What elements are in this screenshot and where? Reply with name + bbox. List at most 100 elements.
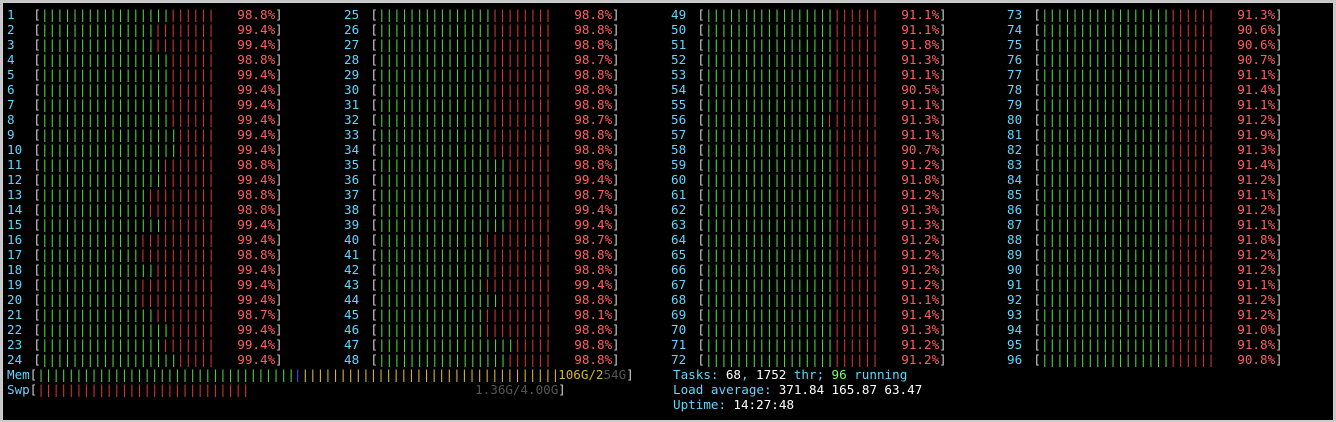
cpu-bar-kernel-segment: |||||||| bbox=[491, 22, 552, 37]
mem-label: Mem bbox=[7, 367, 30, 382]
cpu-bar-user-segment: ||||||||||||||||| bbox=[1040, 142, 1170, 157]
cpu-bar-close-bracket: ] bbox=[612, 82, 620, 97]
uptime-value: 14:27:48 bbox=[733, 397, 795, 412]
cpu-percent: 91.8% bbox=[901, 172, 940, 187]
cpu-percent: 90.6% bbox=[1237, 22, 1276, 37]
cpu-bar-open-bracket: [ bbox=[1033, 157, 1042, 172]
cpu-bar-kernel-segment: |||||| bbox=[833, 292, 879, 307]
cpu-bar-open-bracket: [ bbox=[370, 7, 379, 22]
cpu-bar-close-bracket: ] bbox=[1275, 262, 1283, 277]
cpu-bar-user-segment: ||||||||||||||| bbox=[40, 307, 155, 322]
cpu-percent: 91.2% bbox=[901, 352, 940, 367]
cpu-bar-user-segment: ||||||||||||| bbox=[40, 247, 140, 262]
cpu-percent: 91.2% bbox=[901, 232, 940, 247]
cpu-id-label: 63 bbox=[671, 217, 687, 232]
cpu-bar-user-segment: ||||||||||||||||| bbox=[1040, 247, 1170, 262]
cpu-bar-kernel-segment: ||||||| bbox=[498, 292, 552, 307]
cpu-percent: 98.8% bbox=[574, 142, 613, 157]
cpu-bar-kernel-segment: |||||| bbox=[1169, 307, 1215, 322]
cpu-percent: 91.1% bbox=[901, 127, 940, 142]
cpu-percent: 91.2% bbox=[901, 247, 940, 262]
cpu-id-label: 21 bbox=[7, 307, 23, 322]
cpu-bar-user-segment: |||||||||||||| bbox=[40, 202, 148, 217]
cpu-percent: 98.8% bbox=[237, 52, 276, 67]
cpu-bar-user-segment: ||||||||||||||||| bbox=[1040, 157, 1170, 172]
cpu-id-label: 2 bbox=[7, 22, 15, 37]
cpu-bar-user-segment: |||||||||||||||||| bbox=[40, 142, 178, 157]
cpu-bar-kernel-segment: |||||| bbox=[1169, 352, 1215, 367]
cpu-bar-close-bracket: ] bbox=[939, 217, 947, 232]
cpu-bar-user-segment: |||||||||||||||| bbox=[377, 292, 500, 307]
cpu-bar-open-bracket: [ bbox=[1033, 247, 1042, 262]
cpu-bar-kernel-segment: ||||||||| bbox=[483, 322, 552, 337]
cpu-id-label: 60 bbox=[671, 172, 687, 187]
cpu-bar-open-bracket: [ bbox=[370, 277, 379, 292]
cpu-bar-close-bracket: ] bbox=[275, 217, 283, 232]
cpu-percent: 98.8% bbox=[574, 352, 613, 367]
cpu-id-label: 52 bbox=[671, 52, 687, 67]
cpu-bar-open-bracket: [ bbox=[697, 202, 706, 217]
cpu-bar-open-bracket: [ bbox=[1033, 7, 1042, 22]
threads-label: thr; bbox=[786, 367, 832, 382]
cpu-bar-open-bracket: [ bbox=[370, 127, 379, 142]
cpu-bar-open-bracket: [ bbox=[370, 232, 379, 247]
cpu-id-label: 65 bbox=[671, 247, 687, 262]
cpu-percent: 90.8% bbox=[1237, 352, 1276, 367]
cpu-bar-close-bracket: ] bbox=[612, 157, 620, 172]
cpu-percent: 99.4% bbox=[574, 217, 613, 232]
cpu-bar-close-bracket: ] bbox=[1275, 217, 1283, 232]
cpu-bar-user-segment: ||||||||||||||| bbox=[377, 7, 492, 22]
cpu-id-label: 80 bbox=[1007, 112, 1023, 127]
cpu-percent: 91.1% bbox=[901, 7, 940, 22]
cpu-bar-open-bracket: [ bbox=[33, 127, 42, 142]
cpu-bar-close-bracket: ] bbox=[939, 7, 947, 22]
cpu-bar-user-segment: ||||||||||||||||| bbox=[704, 127, 834, 142]
cpu-id-label: 62 bbox=[671, 202, 687, 217]
cpu-percent: 91.2% bbox=[1237, 307, 1276, 322]
cpu-bar-user-segment: ||||||||||||||||| bbox=[1040, 112, 1170, 127]
cpu-percent: 98.8% bbox=[574, 247, 613, 262]
cpu-bar-open-bracket: [ bbox=[33, 262, 42, 277]
cpu-bar-open-bracket: [ bbox=[1033, 127, 1042, 142]
cpu-bar-close-bracket: ] bbox=[275, 22, 283, 37]
cpu-bar-close-bracket: ] bbox=[939, 157, 947, 172]
cpu-bar-open-bracket: [ bbox=[697, 262, 706, 277]
cpu-id-label: 30 bbox=[344, 82, 360, 97]
cpu-bar-open-bracket: [ bbox=[370, 247, 379, 262]
cpu-bar-close-bracket: ] bbox=[939, 142, 947, 157]
cpu-bar-open-bracket: [ bbox=[370, 142, 379, 157]
cpu-percent: 99.4% bbox=[574, 277, 613, 292]
cpu-bar-kernel-segment: |||||| bbox=[833, 322, 879, 337]
cpu-id-label: 26 bbox=[344, 22, 360, 37]
cpu-bar-user-segment: ||||||||||||||||| bbox=[704, 97, 834, 112]
cpu-bar-open-bracket: [ bbox=[697, 22, 706, 37]
cpu-bar-open-bracket: [ bbox=[697, 112, 706, 127]
cpu-bar-kernel-segment: |||||||| bbox=[154, 22, 215, 37]
cpu-bar-open-bracket: [ bbox=[370, 262, 379, 277]
cpu-bar-kernel-segment: ||||||||| bbox=[146, 202, 215, 217]
cpu-bar-user-segment: ||||||||||||||||| bbox=[377, 202, 507, 217]
cpu-bar-kernel-segment: |||||| bbox=[833, 247, 879, 262]
cpu-bar-open-bracket: [ bbox=[697, 292, 706, 307]
cpu-percent: 90.6% bbox=[1237, 37, 1276, 52]
mem-used-text: 106G bbox=[558, 367, 589, 382]
cpu-bar-close-bracket: ] bbox=[1275, 352, 1283, 367]
cpu-bar-close-bracket: ] bbox=[275, 337, 283, 352]
cpu-bar-close-bracket: ] bbox=[275, 7, 283, 22]
cpu-id-label: 39 bbox=[344, 217, 360, 232]
cpu-id-label: 29 bbox=[344, 67, 360, 82]
cpu-bar-kernel-segment: |||||| bbox=[1169, 202, 1215, 217]
cpu-bar-open-bracket: [ bbox=[370, 322, 379, 337]
cpu-percent: 91.3% bbox=[901, 322, 940, 337]
load-average-label: Load average: bbox=[673, 382, 780, 397]
cpu-bar-open-bracket: [ bbox=[1033, 292, 1042, 307]
load-average-15min: 63.47 bbox=[884, 382, 923, 397]
cpu-id-label: 96 bbox=[1007, 352, 1023, 367]
cpu-bar-open-bracket: [ bbox=[697, 82, 706, 97]
cpu-id-label: 93 bbox=[1007, 307, 1023, 322]
cpu-bar-kernel-segment: |||||| bbox=[833, 67, 879, 82]
cpu-bar-user-segment: ||||||||||||||||| bbox=[704, 82, 834, 97]
cpu-bar-user-segment: ||||||||||||||||| bbox=[377, 217, 507, 232]
cpu-bar-kernel-segment: |||||| bbox=[1169, 37, 1215, 52]
cpu-percent: 91.1% bbox=[1237, 187, 1276, 202]
